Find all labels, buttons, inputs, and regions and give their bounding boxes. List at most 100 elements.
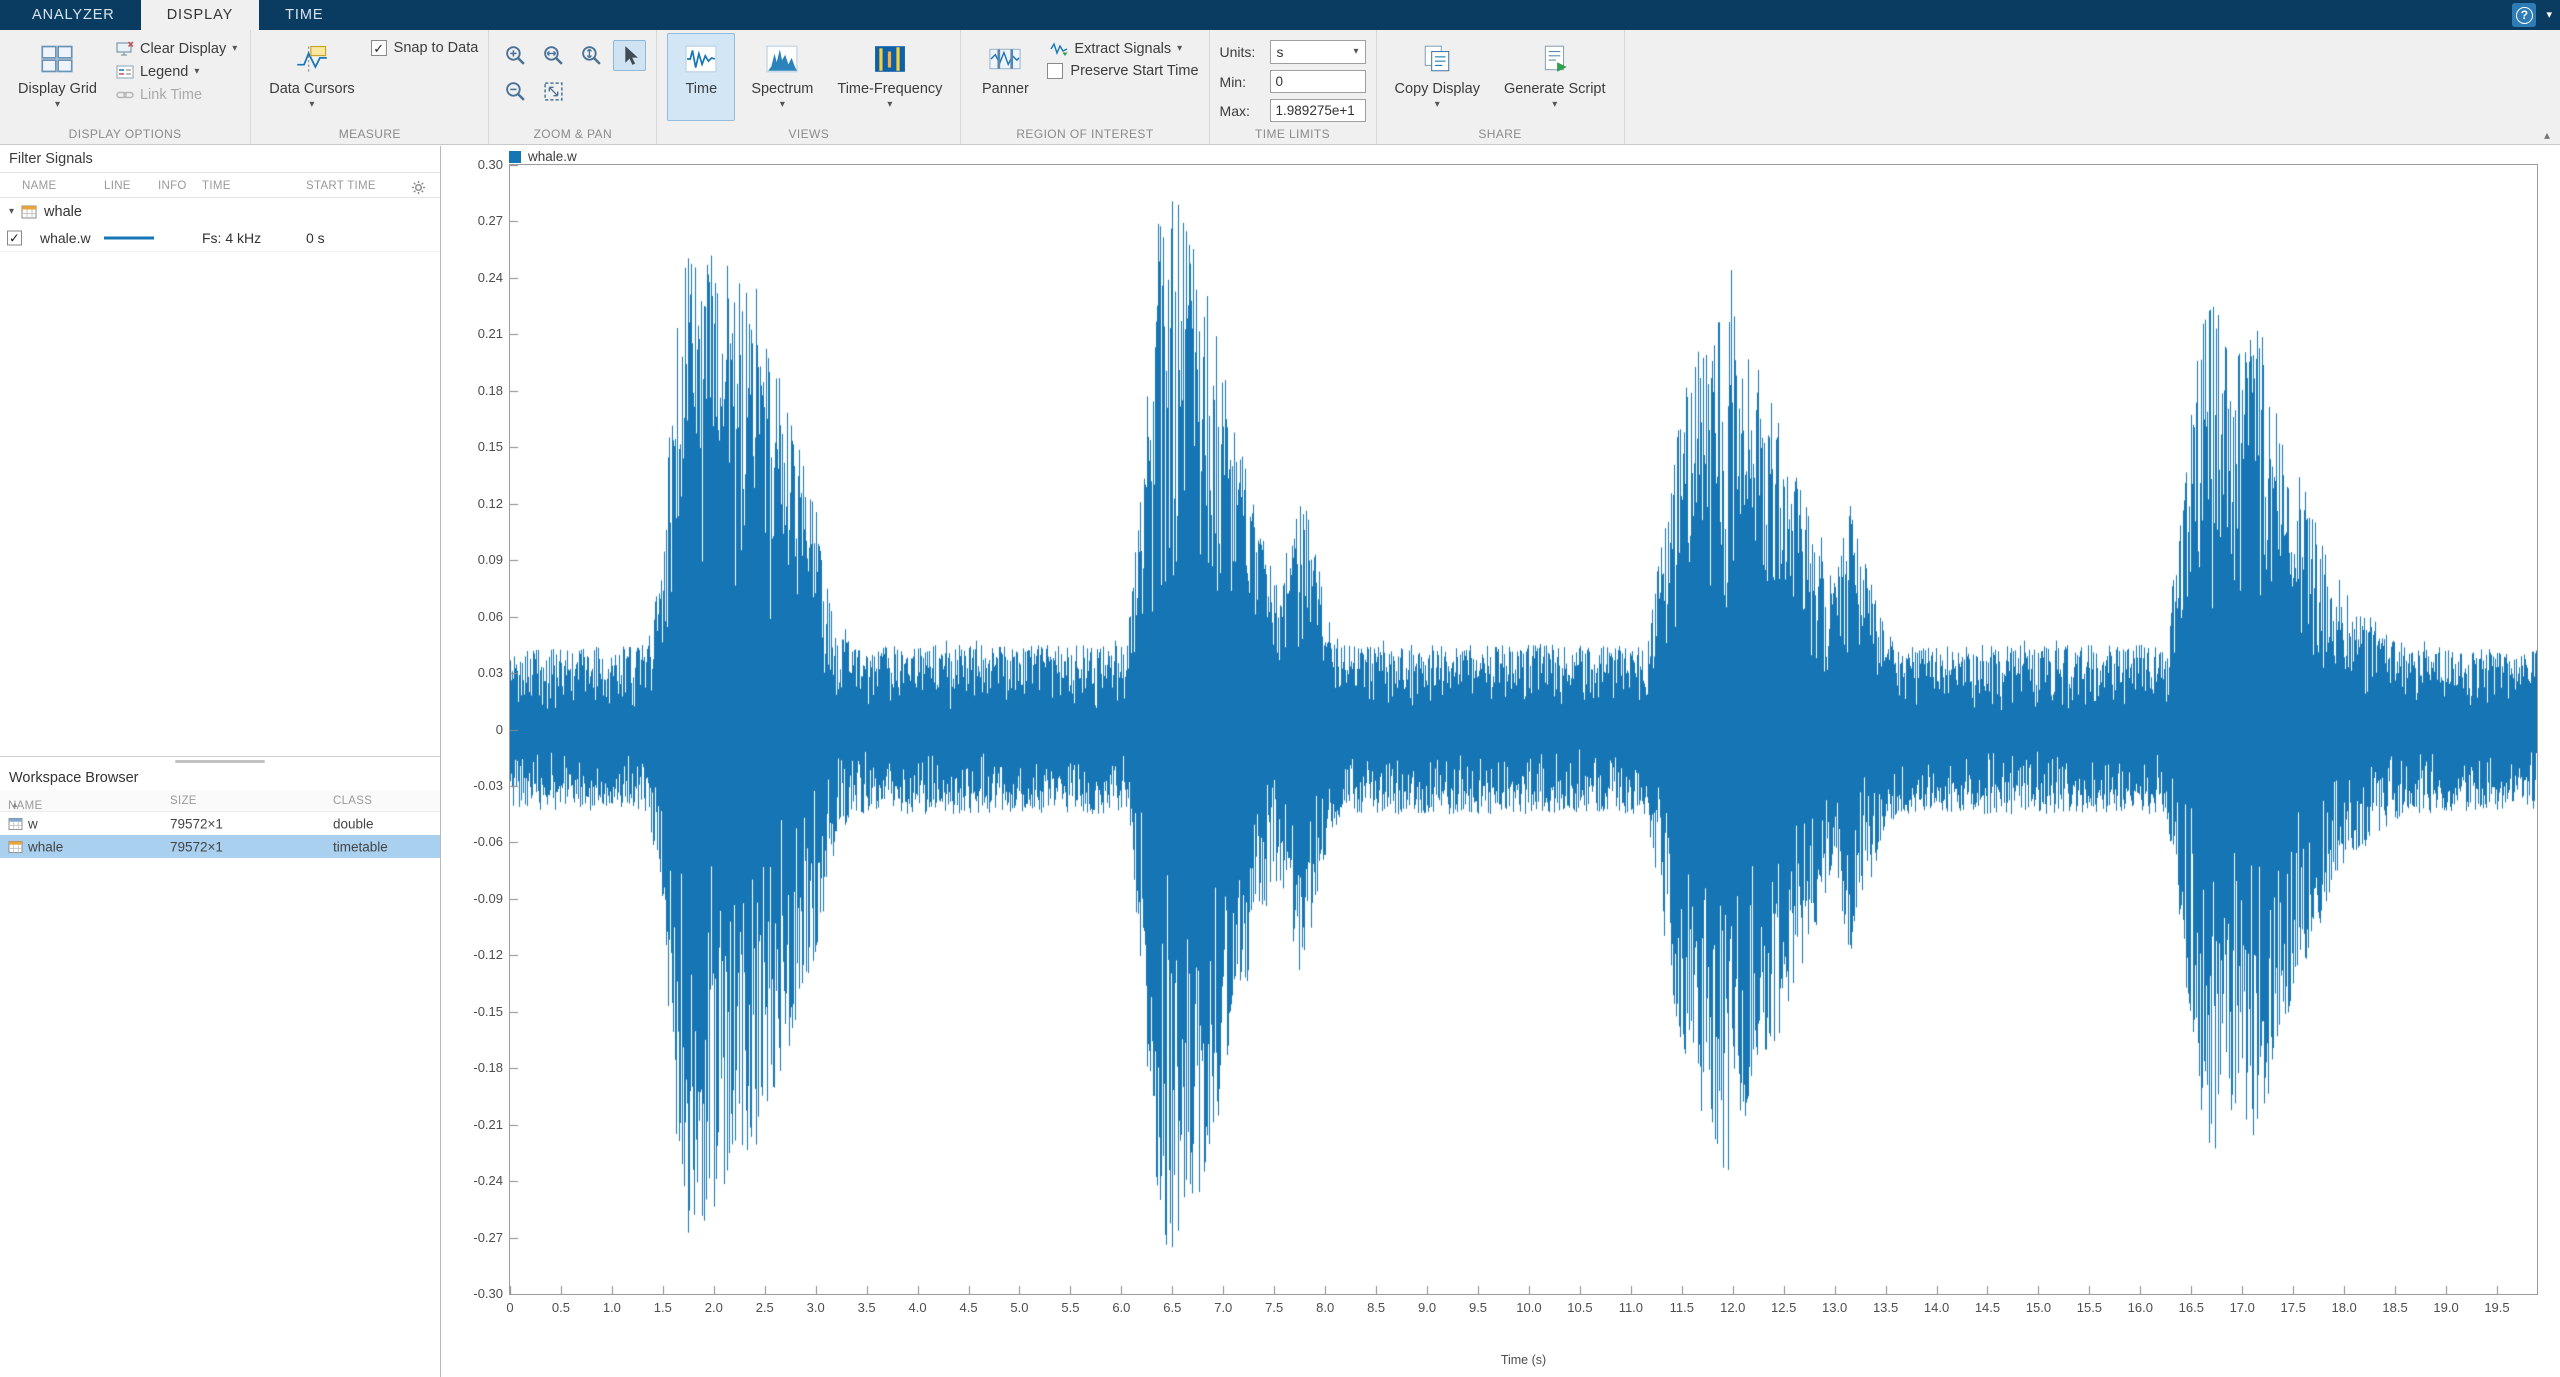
snap-to-data-label: Snap to Data: [394, 40, 479, 56]
plot-area[interactable]: whale.w Time (s) 0.300.270.240.210.180.1…: [441, 146, 2560, 1377]
column-name[interactable]: NAME: [22, 180, 56, 192]
panner-label: Panner: [982, 81, 1029, 97]
preserve-start-time-checkbox[interactable]: [1047, 63, 1063, 79]
time-view-button[interactable]: Time: [667, 33, 735, 121]
time-frequency-view-button[interactable]: Time-Frequency ▾: [829, 33, 950, 121]
y-tick-label: 0.24: [449, 270, 503, 285]
signal-row[interactable]: ✓ whale.w Fs: 4 kHz 0 s: [0, 225, 440, 252]
y-tick-label: -0.21: [449, 1117, 503, 1132]
splitter-handle-icon: [175, 760, 265, 763]
table-settings-gear-icon[interactable]: [411, 180, 426, 195]
zoom-y-button[interactable]: [575, 40, 608, 71]
extract-signals-button[interactable]: Extract Signals ▾: [1047, 40, 1198, 58]
generate-script-button[interactable]: Generate Script ▾: [1496, 33, 1614, 121]
group-expander-icon[interactable]: ▾: [9, 206, 14, 217]
signal-line-swatch[interactable]: [104, 237, 154, 240]
zoom-x-button[interactable]: [537, 40, 570, 71]
workspace-browser-title: Workspace Browser: [0, 765, 440, 790]
help-button[interactable]: ?: [2512, 3, 2536, 27]
timetable-icon: [21, 205, 37, 219]
toolstrip-menu-caret-icon[interactable]: ▾: [2546, 10, 2552, 21]
copy-display-button[interactable]: Copy Display ▾: [1387, 33, 1488, 121]
legend-label: Legend: [140, 64, 188, 80]
zoom-in-button[interactable]: [499, 40, 532, 71]
y-tick-label: 0.06: [449, 609, 503, 624]
time-frequency-caret-icon: ▾: [887, 100, 892, 110]
units-select[interactable]: s ▾: [1270, 40, 1366, 64]
preserve-start-time-label: Preserve Start Time: [1070, 63, 1198, 79]
plot-box[interactable]: [509, 164, 2538, 1295]
column-time[interactable]: TIME: [202, 180, 231, 192]
snap-to-data-checkrow: ✓ Snap to Data: [371, 40, 479, 56]
panner-button[interactable]: Panner: [971, 33, 1039, 121]
wb-column-class[interactable]: CLASS: [333, 795, 372, 807]
pointer-button[interactable]: [613, 40, 646, 71]
workspace-row-w[interactable]: w 79572×1 double: [0, 812, 440, 835]
legend-icon: [116, 64, 134, 80]
section-share: Copy Display ▾ Generate Script ▾ SHARE: [1377, 30, 1625, 144]
data-cursors-button[interactable]: Data Cursors ▾: [261, 33, 362, 121]
tab-analyzer[interactable]: ANALYZER: [6, 0, 141, 30]
time-frequency-view-icon: [874, 38, 906, 80]
y-tick-label: 0.21: [449, 326, 503, 341]
zoom-in-icon: [504, 44, 527, 67]
filter-signals-label: Filter Signals: [9, 151, 93, 167]
section-title-views: VIEWS: [657, 127, 960, 141]
min-input[interactable]: [1270, 70, 1366, 93]
clear-display-icon: [116, 41, 134, 57]
y-tick-label: 0.27: [449, 213, 503, 228]
y-tick-label: -0.27: [449, 1230, 503, 1245]
spectrum-view-button[interactable]: Spectrum ▾: [743, 33, 821, 121]
link-time-icon: [116, 87, 134, 103]
max-input[interactable]: [1270, 99, 1366, 122]
zoom-out-button[interactable]: [499, 76, 532, 107]
column-info[interactable]: INFO: [158, 180, 187, 192]
generate-script-label: Generate Script: [1504, 81, 1606, 97]
y-tick-label: -0.06: [449, 834, 503, 849]
collapse-ribbon-icon[interactable]: ▴: [2544, 128, 2550, 142]
section-time-limits: Units: s ▾ Min: Max: TIME LIMITS: [1210, 30, 1377, 144]
ribbon: Display Grid ▾ Clear Display ▾: [0, 30, 2560, 145]
units-label: Units:: [1220, 44, 1264, 60]
wb-row-size: 79572×1: [170, 839, 223, 854]
panel-splitter[interactable]: [0, 756, 440, 765]
clear-display-button[interactable]: Clear Display ▾: [113, 40, 240, 58]
filter-signals-input[interactable]: Filter Signals: [0, 146, 440, 173]
data-cursors-icon: [295, 38, 329, 80]
display-grid-label: Display Grid: [18, 81, 97, 97]
link-time-label: Link Time: [140, 87, 202, 103]
wb-column-size[interactable]: SIZE: [170, 795, 197, 807]
signal-visible-checkbox[interactable]: ✓: [7, 231, 22, 246]
fit-view-button[interactable]: [537, 76, 570, 107]
workspace-empty-space: [0, 858, 440, 1377]
link-time-button: Link Time: [113, 86, 240, 104]
legend-label: whale.w: [528, 149, 577, 164]
signal-start-time: 0 s: [306, 230, 325, 246]
y-tick-label: -0.03: [449, 778, 503, 793]
snap-to-data-checkbox[interactable]: ✓: [371, 40, 387, 56]
tab-time[interactable]: TIME: [259, 0, 349, 30]
y-tick-label: 0.03: [449, 665, 503, 680]
plot-legend[interactable]: whale.w: [509, 149, 577, 164]
signal-group-row[interactable]: ▾ whale: [0, 198, 440, 225]
section-title-display-options: DISPLAY OPTIONS: [0, 127, 250, 141]
display-grid-button[interactable]: Display Grid ▾: [10, 33, 105, 121]
spectrum-caret-icon: ▾: [780, 100, 785, 110]
column-line[interactable]: LINE: [104, 180, 131, 192]
section-views: Time Spectrum ▾ Time-Frequency ▾: [657, 30, 961, 144]
y-tick-label: -0.18: [449, 1060, 503, 1075]
column-start-time[interactable]: START TIME: [306, 180, 376, 192]
x-axis-label: Time (s): [509, 1353, 2538, 1367]
legend-button[interactable]: Legend ▾: [113, 63, 240, 81]
waveform-canvas[interactable]: [510, 165, 2537, 1294]
group-name: whale: [44, 204, 82, 220]
display-grid-icon: [40, 38, 74, 80]
min-label: Min:: [1220, 74, 1264, 90]
y-tick-label: -0.09: [449, 891, 503, 906]
zoom-y-icon: [580, 44, 603, 67]
section-title-measure: MEASURE: [251, 127, 488, 141]
workspace-row-whale[interactable]: whale 79572×1 timetable: [0, 835, 440, 858]
panner-icon: [988, 38, 1022, 80]
y-tick-label: 0.09: [449, 552, 503, 567]
tab-display[interactable]: DISPLAY: [141, 0, 259, 30]
